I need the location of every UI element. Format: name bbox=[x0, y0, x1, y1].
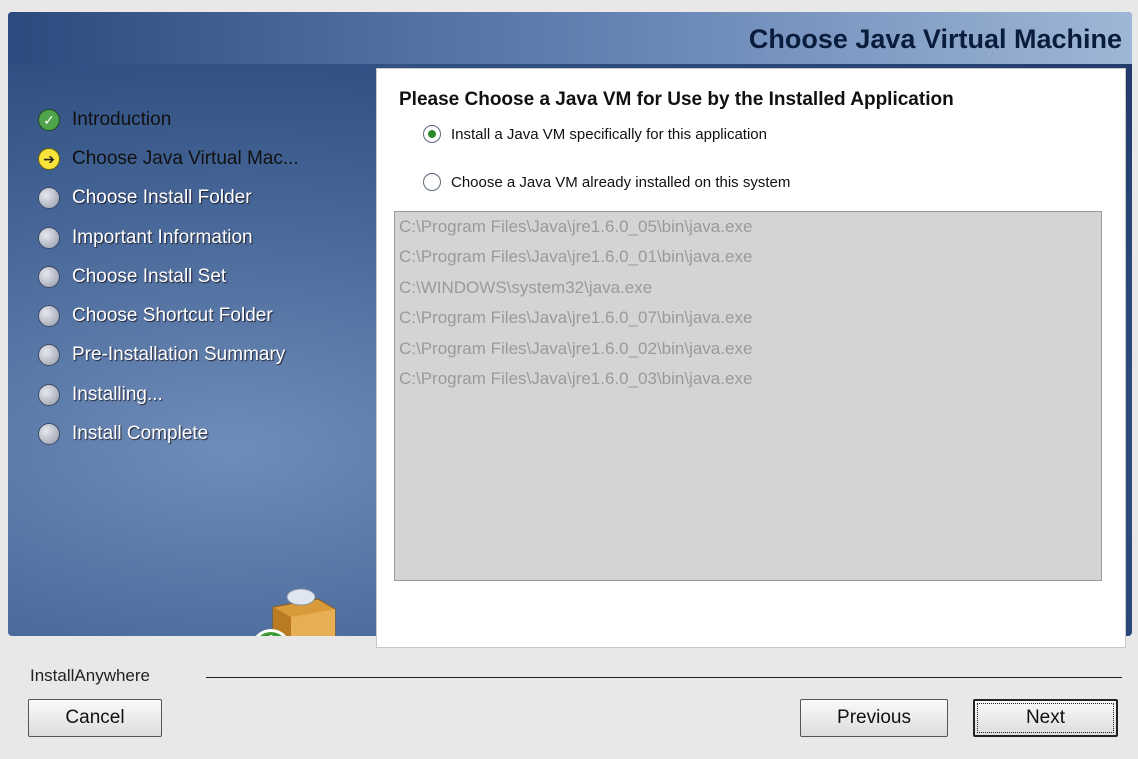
step-label: Choose Shortcut Folder bbox=[72, 305, 273, 327]
step-label: Choose Install Folder bbox=[72, 187, 252, 209]
checkmark-icon: ✓ bbox=[38, 108, 60, 131]
list-item: C:\Program Files\Java\jre1.6.0_07\bin\ja… bbox=[399, 308, 753, 328]
page-title: Choose Java Virtual Machine bbox=[748, 24, 1122, 54]
install-box-icon bbox=[255, 588, 336, 636]
radio-button[interactable] bbox=[423, 173, 441, 191]
list-item: C:\Program Files\Java\jre1.6.0_05\bin\ja… bbox=[399, 217, 753, 236]
pending-circle-icon bbox=[38, 305, 60, 328]
pending-circle-icon bbox=[38, 344, 60, 367]
step-item-install-complete: Install Complete bbox=[38, 414, 299, 453]
pending-circle-icon bbox=[38, 226, 60, 249]
installer-window: Choose Java Virtual Machine ✓ Introducti… bbox=[0, 0, 1138, 759]
step-item-pre-installation-summary: Pre-Installation Summary bbox=[38, 336, 299, 375]
pending-circle-icon bbox=[38, 265, 60, 288]
footer-divider bbox=[206, 677, 1122, 678]
step-label: Important Information bbox=[72, 226, 253, 248]
step-item-choose-jvm: ➔ Choose Java Virtual Mac... bbox=[38, 139, 299, 178]
step-label: Installing... bbox=[72, 383, 163, 405]
step-item-introduction: ✓ Introduction bbox=[38, 100, 299, 139]
step-item-important-information: Important Information bbox=[38, 218, 299, 257]
content-panel: Please Choose a Java VM for Use by the I… bbox=[376, 68, 1126, 648]
arrow-right-icon: ➔ bbox=[38, 147, 60, 170]
next-button[interactable]: Next bbox=[973, 699, 1118, 737]
step-label: Choose Install Set bbox=[72, 265, 227, 287]
radio-install-jvm[interactable]: Install a Java VM specifically for this … bbox=[423, 125, 767, 143]
radio-label: Install a Java VM specifically for this … bbox=[451, 125, 767, 143]
cancel-button[interactable]: Cancel bbox=[28, 699, 162, 737]
step-item-choose-shortcut-folder: Choose Shortcut Folder bbox=[38, 296, 299, 335]
step-item-choose-install-folder: Choose Install Folder bbox=[38, 179, 299, 218]
list-item: C:\Program Files\Java\jre1.6.0_02\bin\ja… bbox=[399, 338, 753, 358]
step-label: Pre-Installation Summary bbox=[72, 344, 286, 366]
content-heading: Please Choose a Java VM for Use by the I… bbox=[399, 89, 954, 110]
previous-button[interactable]: Previous bbox=[800, 699, 948, 737]
step-label: Choose Java Virtual Mac... bbox=[72, 147, 299, 169]
list-item: C:\Program Files\Java\jre1.6.0_01\bin\ja… bbox=[399, 247, 753, 267]
radio-label: Choose a Java VM already installed on th… bbox=[451, 173, 791, 191]
step-label: Install Complete bbox=[72, 423, 209, 445]
step-item-choose-install-set: Choose Install Set bbox=[38, 257, 299, 296]
step-item-installing: Installing... bbox=[38, 375, 299, 414]
brand-label: InstallAnywhere bbox=[30, 666, 151, 685]
jvm-list: C:\Program Files\Java\jre1.6.0_05\bin\ja… bbox=[394, 211, 1102, 581]
radio-button-selected[interactable] bbox=[423, 125, 441, 143]
list-item: C:\Program Files\Java\jre1.6.0_03\bin\ja… bbox=[399, 368, 753, 388]
list-item: C:\WINDOWS\system32\java.exe bbox=[399, 277, 653, 297]
step-label: Introduction bbox=[72, 108, 172, 130]
pending-circle-icon bbox=[38, 187, 60, 210]
pending-circle-icon bbox=[38, 423, 60, 446]
radio-choose-installed-jvm[interactable]: Choose a Java VM already installed on th… bbox=[423, 173, 790, 191]
pending-circle-icon bbox=[38, 383, 60, 406]
step-list: ✓ Introduction ➔ Choose Java Virtual Mac… bbox=[38, 100, 299, 454]
